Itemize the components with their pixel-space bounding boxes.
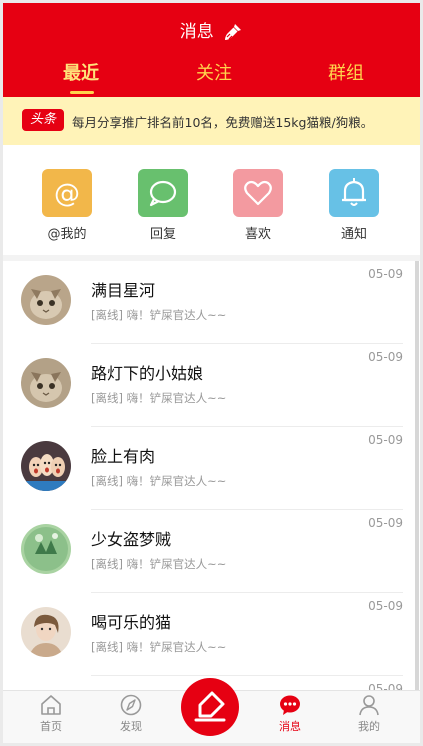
page-title-text: 消息 bbox=[179, 22, 214, 42]
heart-icon bbox=[233, 169, 283, 217]
message-tabs: 最近 关注 群组 bbox=[3, 59, 420, 94]
tab-recent[interactable]: 最近 bbox=[31, 59, 131, 85]
tabbar-label: 发现 bbox=[120, 720, 142, 733]
message-date: 05-09 bbox=[368, 267, 403, 281]
quick-action-mentions[interactable]: @ @我的 bbox=[27, 169, 107, 242]
tabbar-item-home[interactable]: 首页 bbox=[21, 694, 81, 734]
tabbar-item-profile[interactable]: 我的 bbox=[339, 694, 399, 734]
message-date: 05-09 bbox=[368, 599, 403, 613]
chat-bubble-icon bbox=[138, 169, 188, 217]
message-preview: [离线] 嗨！铲屎官达人~~ bbox=[91, 308, 227, 322]
top-header: 消息 最近 关注 群组 bbox=[3, 3, 420, 97]
contact-name: 路灯下的小姑娘 bbox=[91, 364, 204, 383]
avatar bbox=[21, 358, 71, 408]
message-preview: [离线] 嗨！铲屎官达人~~ bbox=[91, 640, 227, 654]
tabbar-label: 消息 bbox=[279, 720, 301, 733]
quick-action-label: 回复 bbox=[149, 227, 176, 242]
message-date: 05-09 bbox=[368, 433, 403, 447]
contact-name: 脸上有肉 bbox=[91, 447, 156, 466]
contact-name: 喝可乐的猫 bbox=[91, 613, 172, 632]
headline-tag: 头条 bbox=[22, 109, 64, 131]
tabbar-label: 首页 bbox=[40, 720, 62, 733]
avatar bbox=[21, 607, 71, 657]
list-item[interactable]: 路灯下的小姑娘 [离线] 嗨！铲屎官达人~~ 05-09 bbox=[3, 344, 415, 427]
list-item[interactable]: 喝可乐的猫 [离线] 嗨！铲屎官达人~~ 05-09 bbox=[3, 593, 415, 676]
page-title: 消息 bbox=[3, 17, 420, 42]
at-icon: @ bbox=[42, 169, 92, 217]
quick-action-notifications[interactable]: 通知 bbox=[314, 169, 394, 242]
contact-name: 少女盗梦贼 bbox=[91, 530, 172, 549]
list-item[interactable]: 满目星河 [离线] 嗨！铲屎官达人~~ 05-09 bbox=[3, 261, 415, 344]
quick-action-label: @我的 bbox=[47, 227, 87, 242]
compose-button[interactable] bbox=[181, 678, 239, 736]
conversation-list[interactable]: 满目星河 [离线] 嗨！铲屎官达人~~ 05-09 路灯下的小姑娘 [离线] 嗨… bbox=[3, 261, 415, 691]
avatar bbox=[21, 441, 71, 491]
contact-name: 满目星河 bbox=[91, 281, 156, 300]
home-icon bbox=[41, 695, 61, 715]
tabbar-item-messages[interactable]: 消息 bbox=[260, 694, 320, 734]
tab-following[interactable]: 关注 bbox=[164, 59, 264, 85]
edit-icon bbox=[194, 691, 226, 722]
svg-text:@: @ bbox=[54, 179, 80, 209]
headline-text: 每月分享推广排名前10名，免费赠送15kg猫粮/狗粮。 bbox=[72, 115, 374, 130]
user-icon bbox=[359, 695, 379, 716]
scrollbar-thumb[interactable] bbox=[415, 261, 419, 691]
tabbar-label: 我的 bbox=[358, 720, 380, 733]
quick-action-replies[interactable]: 回复 bbox=[123, 169, 203, 242]
tab-groups[interactable]: 群组 bbox=[296, 59, 396, 85]
avatar bbox=[21, 524, 71, 574]
quick-actions: @ @我的 回复 喜欢 通知 bbox=[3, 145, 420, 255]
message-preview: [离线] 嗨！铲屎官达人~~ bbox=[91, 474, 227, 488]
quick-action-label: 喜欢 bbox=[244, 227, 271, 242]
bell-icon bbox=[329, 169, 379, 217]
list-scrollbar[interactable] bbox=[415, 261, 419, 691]
message-preview: [离线] 嗨！铲屎官达人~~ bbox=[91, 557, 227, 571]
list-item[interactable]: 脸上有肉 [离线] 嗨！铲屎官达人~~ 05-09 bbox=[3, 427, 415, 510]
headline-notice[interactable]: 头条 每月分享推广排名前10名，免费赠送15kg猫粮/狗粮。 bbox=[3, 97, 420, 145]
compass-icon bbox=[120, 694, 142, 716]
active-tab-indicator bbox=[70, 91, 94, 94]
avatar bbox=[21, 275, 71, 325]
quick-action-label: 通知 bbox=[340, 227, 367, 242]
message-date: 05-09 bbox=[368, 516, 403, 530]
broom-icon[interactable] bbox=[223, 22, 243, 42]
message-date: 05-09 bbox=[368, 350, 403, 364]
list-item[interactable]: 少女盗梦贼 [离线] 嗨！铲屎官达人~~ 05-09 bbox=[3, 510, 415, 593]
message-preview: [离线] 嗨！铲屎官达人~~ bbox=[91, 391, 227, 405]
tabbar-item-discover[interactable]: 发现 bbox=[101, 694, 161, 734]
message-dots-icon bbox=[280, 695, 300, 715]
quick-action-likes[interactable]: 喜欢 bbox=[218, 169, 298, 242]
